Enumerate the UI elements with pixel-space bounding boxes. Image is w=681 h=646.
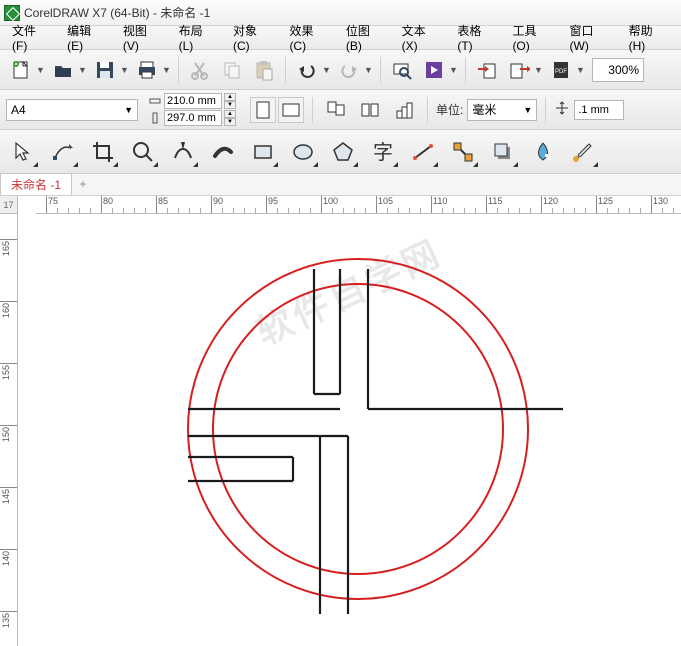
open-button[interactable] xyxy=(48,55,78,85)
color-eyedropper-tool[interactable] xyxy=(566,135,600,169)
all-pages-button[interactable] xyxy=(321,95,351,125)
text-tool[interactable]: 字 xyxy=(366,135,400,169)
svg-text:PDF: PDF xyxy=(555,69,567,75)
unit-label: 单位: xyxy=(436,101,463,118)
chevron-down-icon[interactable]: ▼ xyxy=(120,65,130,75)
menu-table[interactable]: 表格(T) xyxy=(449,27,504,49)
chevron-down-icon[interactable]: ▼ xyxy=(78,65,88,75)
zoom-tool[interactable] xyxy=(126,135,160,169)
cut-button xyxy=(185,55,215,85)
menu-tools[interactable]: 工具(O) xyxy=(504,27,561,49)
shape-tool[interactable] xyxy=(46,135,80,169)
menu-view[interactable]: 视图(V) xyxy=(115,27,171,49)
ruler-horizontal[interactable]: 758085909510010511011512012513013 xyxy=(36,196,681,214)
menu-bitmap[interactable]: 位图(B) xyxy=(338,27,394,49)
drop-shadow-tool[interactable] xyxy=(486,135,520,169)
width-icon xyxy=(148,94,162,108)
menu-window[interactable]: 窗口(W) xyxy=(562,27,621,49)
menu-effects[interactable]: 效果(C) xyxy=(281,27,337,49)
chevron-down-icon[interactable]: ▼ xyxy=(534,65,544,75)
export-button[interactable] xyxy=(504,55,534,85)
zoom-level[interactable]: 300% xyxy=(592,58,644,82)
import-button[interactable] xyxy=(472,55,502,85)
publish-pdf-button[interactable]: PDF xyxy=(546,55,576,85)
rectangle-tool[interactable] xyxy=(246,135,280,169)
pick-tool[interactable] xyxy=(6,135,40,169)
ellipse-tool[interactable] xyxy=(286,135,320,169)
crop-tool[interactable] xyxy=(86,135,120,169)
chevron-down-icon[interactable]: ▼ xyxy=(162,65,172,75)
toolbox: 字 xyxy=(0,130,681,174)
unit-select[interactable]: 毫米▼ xyxy=(467,99,537,121)
svg-text:字: 字 xyxy=(373,141,393,164)
page-height-input[interactable]: 297.0 mm xyxy=(164,110,222,126)
chevron-down-icon[interactable]: ▼ xyxy=(322,65,332,75)
portrait-button[interactable] xyxy=(250,97,276,123)
nudge-input[interactable]: .1 mm xyxy=(574,100,624,120)
current-page-button[interactable] xyxy=(355,95,385,125)
chevron-down-icon[interactable]: ▼ xyxy=(576,65,586,75)
landscape-button[interactable] xyxy=(278,97,304,123)
menu-object[interactable]: 对象(C) xyxy=(225,27,281,49)
redo-button xyxy=(334,55,364,85)
height-icon xyxy=(148,111,162,125)
search-button[interactable] xyxy=(387,55,417,85)
menu-file[interactable]: 文件(F) xyxy=(4,27,59,49)
ruler-corner[interactable]: 17 xyxy=(0,196,18,214)
undo-button[interactable] xyxy=(292,55,322,85)
menu-layout[interactable]: 布局(L) xyxy=(171,27,225,49)
document-tabstrip: 未命名 -1 + xyxy=(0,174,681,196)
drawing-content xyxy=(18,214,681,646)
menu-text[interactable]: 文本(X) xyxy=(394,27,450,49)
height-spinner[interactable]: ▲▼ xyxy=(224,110,236,126)
width-spinner[interactable]: ▲▼ xyxy=(224,93,236,109)
transparency-tool[interactable] xyxy=(526,135,560,169)
polygon-tool[interactable] xyxy=(326,135,360,169)
property-bar: A4▼ 210.0 mm ▲▼ 297.0 mm ▲▼ 单位: 毫米▼ .1 m… xyxy=(0,90,681,130)
chevron-down-icon[interactable]: ▼ xyxy=(36,65,46,75)
save-button[interactable] xyxy=(90,55,120,85)
chevron-down-icon[interactable]: ▼ xyxy=(449,65,459,75)
chevron-down-icon[interactable]: ▼ xyxy=(364,65,374,75)
launch-button[interactable] xyxy=(419,55,449,85)
paste-button xyxy=(249,55,279,85)
canvas[interactable]: 软件自学网 xyxy=(18,214,681,646)
page-width-input[interactable]: 210.0 mm xyxy=(164,93,222,109)
menu-help[interactable]: 帮助(H) xyxy=(621,27,677,49)
artistic-media-tool[interactable] xyxy=(206,135,240,169)
app-icon xyxy=(4,5,20,21)
connector-tool[interactable] xyxy=(446,135,480,169)
parallel-dimension-tool[interactable] xyxy=(406,135,440,169)
document-tab[interactable]: 未命名 -1 xyxy=(0,173,72,195)
freehand-tool[interactable] xyxy=(166,135,200,169)
facing-pages-button[interactable] xyxy=(389,95,419,125)
ruler-vertical[interactable]: 165160155150145140135 xyxy=(0,214,18,646)
menubar: 文件(F) 编辑(E) 视图(V) 布局(L) 对象(C) 效果(C) 位图(B… xyxy=(0,26,681,50)
copy-button xyxy=(217,55,247,85)
nudge-icon xyxy=(554,100,570,119)
print-button[interactable] xyxy=(132,55,162,85)
standard-toolbar: ▼ ▼ ▼ ▼ ▼ ▼ ▼ ▼ PDF ▼ 300% xyxy=(0,50,681,90)
window-title: CorelDRAW X7 (64-Bit) - 未命名 -1 xyxy=(24,4,210,21)
new-button[interactable] xyxy=(6,55,36,85)
page-size-select[interactable]: A4▼ xyxy=(6,99,138,121)
add-tab-button[interactable]: + xyxy=(72,173,94,195)
menu-edit[interactable]: 编辑(E) xyxy=(59,27,115,49)
